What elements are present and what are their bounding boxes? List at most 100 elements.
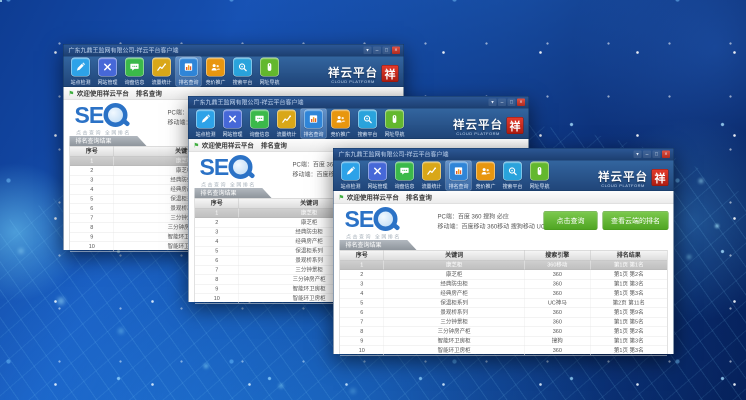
toolbar-item-bar-chart[interactable]: 排名查询 — [176, 57, 202, 87]
cell-index: 5 — [195, 247, 239, 256]
tab-rank-results[interactable]: 排名查询结果 — [70, 136, 147, 146]
table-row[interactable]: 10智能环卫房柜360第1页 第3名 — [340, 346, 667, 356]
maximize-button[interactable]: □ — [653, 151, 661, 159]
tab-rank-results[interactable]: 排名查询结果 — [340, 240, 417, 250]
cell-rank: 第1页 第3名 — [591, 346, 667, 355]
view-cloud-rank-button[interactable]: 查看云端的排名 — [603, 211, 669, 230]
brand-logo: 祥云平台 CLOUD PLATFORM 祥 — [598, 167, 669, 188]
seo-logo: SE 点击查询 全网排名 — [200, 155, 288, 188]
toolbar-item-search-platform[interactable]: 搜索平台 — [500, 161, 526, 191]
seo-tagline: 点击查询 全网排名 — [200, 181, 288, 189]
network-nodes-decor — [0, 0, 2, 2]
table-row[interactable]: 2康芝柜360第1页 第2名 — [340, 270, 667, 280]
toolbar-item-mouse[interactable]: 网址导航 — [382, 109, 408, 139]
toolbar-item-promotion[interactable]: 竞价推广 — [473, 161, 499, 191]
window-titlebar[interactable]: 广东九鼎王监网有限公司-祥云平台客户端 ▾ – □ × — [64, 45, 404, 57]
bar-chart-icon — [304, 110, 323, 129]
cell-keyword: 三分钟房产柜 — [384, 327, 524, 336]
close-button[interactable]: × — [392, 47, 400, 55]
mouse-icon — [385, 110, 404, 129]
toolbar-item-mouse[interactable]: 网址导航 — [257, 57, 283, 87]
toolbar-item-site-check[interactable]: 站点检测 — [338, 161, 364, 191]
toolbar-item-site-manage[interactable]: 网站管理 — [365, 161, 391, 191]
cell-index: 8 — [340, 327, 384, 336]
skin-button[interactable]: ▾ — [634, 151, 642, 159]
maximize-button[interactable]: □ — [383, 47, 391, 55]
minimize-button[interactable]: – — [643, 151, 651, 159]
maximize-button[interactable]: □ — [508, 99, 516, 107]
toolbar-item-label: 排名查询 — [304, 130, 324, 137]
toolbar-item-site-manage[interactable]: 网站管理 — [220, 109, 246, 139]
table-row[interactable]: 9智能环卫房柜搜狗第1页 第3名 — [340, 337, 667, 347]
line-chart-icon — [152, 58, 171, 77]
toolbar-item-promotion[interactable]: 竞价推广 — [203, 57, 229, 87]
toolbar-item-message[interactable]: 询盘信息 — [122, 57, 148, 87]
skin-button[interactable]: ▾ — [364, 47, 372, 55]
minimize-button[interactable]: – — [498, 99, 506, 107]
promotion-icon — [206, 58, 225, 77]
toolbar-item-bar-chart[interactable]: 排名查询 — [446, 161, 472, 191]
seo-logo: SE 点击查询 全网排名 — [345, 207, 433, 240]
cell-keyword: 经典防虫柜 — [384, 280, 524, 289]
message-icon — [250, 110, 269, 129]
toolbar-item-message[interactable]: 询盘信息 — [247, 109, 273, 139]
table-row[interactable]: 3经典防虫柜360第1页 第3名 — [340, 280, 667, 290]
window-titlebar[interactable]: 广东九鼎王监网有限公司-祥云平台客户端 ▾ – □ × — [334, 149, 674, 161]
cell-index: 7 — [70, 214, 114, 223]
toolbar-item-search-platform[interactable]: 搜索平台 — [230, 57, 256, 87]
window-titlebar[interactable]: 广东九鼎王监网有限公司-祥云平台客户端 ▾ – □ × — [189, 97, 529, 109]
window-controls: ▾ – □ × — [634, 151, 671, 159]
seo-tagline: 点击查询 全网排名 — [75, 129, 163, 137]
toolbar-item-site-manage[interactable]: 网站管理 — [95, 57, 121, 87]
toolbar-item-label: 搜索平台 — [503, 182, 523, 189]
cell-engine: 360 — [525, 327, 591, 336]
toolbar-item-promotion[interactable]: 竞价推广 — [328, 109, 354, 139]
table-row[interactable]: 6景观桥系列360第1页 第9名 — [340, 308, 667, 318]
cell-index: 10 — [195, 294, 239, 303]
toolbar-item-search-platform[interactable]: 搜索平台 — [355, 109, 381, 139]
cell-engine: 360 — [525, 346, 591, 355]
window-title: 广东九鼎王监网有限公司-祥云平台客户端 — [189, 97, 304, 109]
brand-seal-icon: 祥 — [507, 117, 524, 134]
cell-engine: 搜狗 — [525, 337, 591, 346]
close-button[interactable]: × — [517, 99, 525, 107]
table-row[interactable]: 4经典房产柜360第1页 第3名 — [340, 289, 667, 299]
window-title: 广东九鼎王监网有限公司-祥云平台客户端 — [64, 45, 179, 57]
cell-engine: 360 — [525, 280, 591, 289]
cell-keyword: 三分钟景柜 — [384, 318, 524, 327]
toolbar-item-bar-chart[interactable]: 排名查询 — [301, 109, 327, 139]
table-row[interactable]: 5保温柜系列UC神马第2页 第11名 — [340, 299, 667, 309]
col-header-keyword: 关键词 — [384, 251, 524, 261]
toolbar-item-label: 网站管理 — [223, 130, 243, 137]
search-platform-icon — [503, 162, 522, 181]
table-row[interactable]: 1康芝柜360移动第1页 第1名 — [340, 261, 667, 271]
section-title: 排名查询 — [406, 194, 432, 202]
cell-index: 10 — [340, 346, 384, 355]
cell-rank: 第1页 第2名 — [591, 327, 667, 336]
toolbar-item-message[interactable]: 询盘信息 — [392, 161, 418, 191]
cell-keyword: 智能环卫房柜 — [384, 337, 524, 346]
skin-button[interactable]: ▾ — [489, 99, 497, 107]
section-title: 排名查询 — [261, 142, 287, 150]
table-header: 序号 关键词 搜索引擎 排名结果 — [340, 251, 667, 261]
table-row[interactable]: 8三分钟房产柜360第1页 第2名 — [340, 327, 667, 337]
toolbar-item-line-chart[interactable]: 流量统计 — [419, 161, 445, 191]
brand-logo: 祥云平台 CLOUD PLATFORM 祥 — [453, 115, 524, 136]
cell-index: 8 — [195, 275, 239, 284]
cell-index: 2 — [195, 218, 239, 227]
query-button[interactable]: 点击查询 — [544, 211, 598, 230]
minimize-button[interactable]: – — [373, 47, 381, 55]
toolbar-item-line-chart[interactable]: 流量统计 — [149, 57, 175, 87]
toolbar-item-mouse[interactable]: 网址导航 — [527, 161, 553, 191]
cell-rank: 第2页 第11名 — [591, 299, 667, 308]
toolbar-item-site-check[interactable]: 站点检测 — [68, 57, 94, 87]
toolbar-item-site-check[interactable]: 站点检测 — [193, 109, 219, 139]
tab-rank-results[interactable]: 排名查询结果 — [195, 188, 272, 198]
cell-keyword: 智能环卫房柜 — [384, 346, 524, 355]
toolbar-item-line-chart[interactable]: 流量统计 — [274, 109, 300, 139]
cell-keyword: 经典房产柜 — [384, 289, 524, 298]
close-button[interactable]: × — [662, 151, 670, 159]
table-row[interactable]: 7三分钟景柜360第1页 第5名 — [340, 318, 667, 328]
promotion-icon — [476, 162, 495, 181]
cell-engine: 360 — [525, 289, 591, 298]
